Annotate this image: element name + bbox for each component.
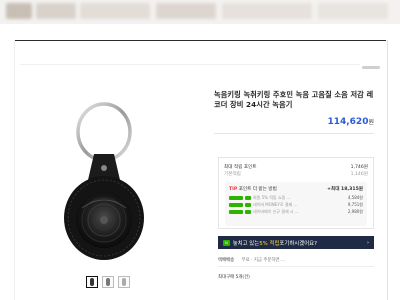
thumbnail-3[interactable] [118,276,130,288]
max-points-label: 최대 적립 포인트 [224,165,257,170]
thumbnail-1[interactable] [86,276,98,288]
blurred-block [36,3,76,19]
points-method-row[interactable]: 회원 5% 적립 쇼핑 ... 4,584원 [229,195,363,201]
shipping-detail: 무료 · 지금 주문하면 ... [241,258,286,263]
purchase-limit: 최대구매 5개(건) [218,275,250,280]
keychain-product-image [64,102,144,260]
product-info: 녹음키링 녹취키링 주호민 녹음 고음질 소음 저감 레코더 장비 24시간 녹… [214,90,374,134]
blurred-block [156,3,216,19]
blurred-block [80,3,150,19]
extra-points-panel: TIP 포인트 더 받는 방법 +최대 18,315원 회원 5% 적립 쇼핑 … [225,182,367,226]
points-method-text: 네이버페이 신규 결제 시 ... [253,209,299,214]
thumbnail-icon [90,278,94,286]
naver-badge [229,196,243,200]
tip-text: 포인트 더 받는 방법 [238,187,277,192]
max-points-value: 1,746원 [350,165,368,170]
breadcrumb-line [20,64,360,65]
section-divider [218,266,374,267]
page-border [14,40,15,300]
max-points-row: 최대 적립 포인트 1,746원 [224,164,368,170]
price: 114,620원 [214,117,374,127]
base-points-label: 기본적립 [224,172,241,177]
promo-suffix: 포기하시겠어요? [279,240,317,247]
product-title: 녹음키링 녹취키링 주호민 녹음 고음질 소음 저감 레코더 장비 24시간 녹… [214,90,374,109]
page-border [387,40,388,300]
chevron-right-icon: › [367,239,369,246]
points-method-value: 4,584원 [347,195,363,200]
naver-badge [245,203,251,207]
thumbnail-icon [122,278,126,286]
points-method-value: 2,980원 [347,209,363,214]
price-value: 114,620 [327,117,369,127]
shipping-label: 택배배송 [218,258,235,263]
thumbnail-icon [106,278,110,286]
points-benefit-box: 최대 적립 포인트 1,746원 기본적립 1,146원 TIP 포인트 더 받… [218,157,374,229]
shipping-info: 택배배송 무료 · 지금 주문하면 ... [218,257,285,263]
points-method-row[interactable]: 네이버페이 신규 결제 시 ... 2,980원 [229,209,363,215]
points-promo-banner[interactable]: N 놓치고 있는 5% 적립 포기하시겠어요? › [218,236,374,249]
points-method-value: 9,751원 [347,202,363,207]
naver-pay-badge: N [223,239,230,246]
share-icon[interactable] [362,66,380,69]
naver-badge [245,210,251,214]
header-divider [14,40,386,41]
points-method-text: 네이버 MONEY로 결제 ... [253,202,298,207]
product-image[interactable] [20,80,196,268]
tip-row: TIP 포인트 더 받는 방법 +최대 18,315원 [229,186,363,192]
promo-highlight: 5% 적립 [259,240,280,247]
base-points-row: 기본적립 1,146원 [224,171,368,177]
naver-badge [229,210,243,214]
top-banner [0,0,400,24]
thumbnail-2[interactable] [102,276,114,288]
thumbnail-row [86,276,130,288]
blurred-block [318,3,388,19]
tip-value: +최대 18,315원 [327,187,363,192]
points-method-row[interactable]: 네이버 MONEY로 결제 ... 9,751원 [229,202,363,208]
base-points-value: 1,146원 [350,172,368,177]
blurred-block [222,3,312,19]
naver-badge [245,196,251,200]
blurred-logo [6,3,32,19]
naver-badge [229,203,243,207]
tip-label: TIP [229,187,238,192]
promo-prefix: 놓치고 있는 [232,240,260,247]
price-divider [214,133,374,134]
points-method-text: 회원 5% 적립 쇼핑 ... [253,195,291,200]
price-currency: 원 [368,119,374,126]
